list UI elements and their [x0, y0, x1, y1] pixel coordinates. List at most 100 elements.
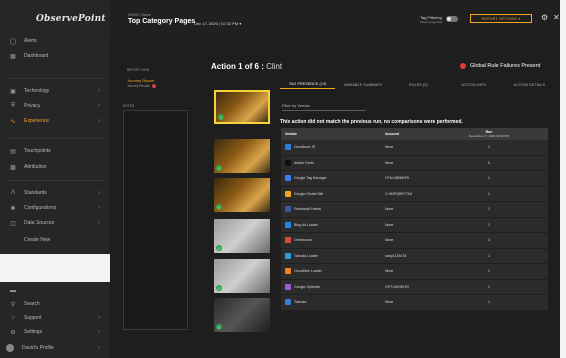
- tab-tag-presence[interactable]: TAG PRESENCE (13): [280, 80, 336, 89]
- sidebar-item-experience[interactable]: ∿ Experience ›: [0, 114, 110, 128]
- breadcrumb[interactable]: DEMO / Name: [128, 13, 151, 17]
- chevron-right-icon: ›: [98, 103, 100, 109]
- tab-action-info[interactable]: ACTION INFO: [446, 80, 501, 89]
- account-cell: None: [385, 207, 394, 212]
- vendor-filter-input[interactable]: [282, 101, 366, 111]
- journey-report-link[interactable]: Journey Report: [127, 78, 154, 83]
- account-cell: GTM-WBMKPK: [385, 176, 410, 181]
- tag-filtering-toggle[interactable]: [446, 16, 458, 22]
- action-thumbnail[interactable]: ✓: [214, 178, 270, 212]
- tab-rules[interactable]: RULES (3): [391, 80, 446, 89]
- table-row[interactable]: Cloudfront JS None 1: [281, 140, 548, 156]
- chevron-right-icon: ›: [98, 205, 100, 211]
- account-cell: G-HNPQRKT7NJ: [385, 191, 413, 196]
- sidebar-item-label: Search: [24, 301, 40, 307]
- report-options-label: REPORT OPTIONS: [481, 16, 518, 21]
- sidebar-item-touchpoints[interactable]: ▤ Touchpoints: [0, 144, 110, 158]
- action-thumbnail[interactable]: ✓: [214, 259, 270, 293]
- sidebar-item-label: Touchpoints: [24, 148, 51, 154]
- vendor-name: Taboola Loader: [294, 253, 319, 258]
- vendor-logo-icon: [285, 252, 291, 259]
- sidebar-item-technology[interactable]: ▣ Technology ›: [0, 84, 110, 98]
- sidebar-item-configurations[interactable]: ✱ Configurations ›: [0, 201, 110, 215]
- table-row[interactable]: Taboola None 1: [281, 295, 548, 311]
- bell-icon: ◯: [9, 38, 17, 45]
- check-icon: ✓: [216, 165, 222, 171]
- sidebar-item-standards[interactable]: Λ Standards ›: [0, 186, 110, 200]
- action-thumbnail[interactable]: ✓: [214, 219, 270, 253]
- table-row[interactable]: Taboola Loader cwsy1123478 1: [281, 248, 548, 264]
- vendor-name: Taboola: [294, 300, 307, 305]
- sidebar-item-create-new[interactable]: Create New: [0, 233, 110, 247]
- count-cell: 1: [488, 253, 490, 258]
- sidebar-item-data-sources[interactable]: ◫ Data Sources ›: [0, 216, 110, 230]
- vendor-logo-icon: [285, 206, 291, 213]
- vendor-name: Facebook Events: [294, 207, 322, 212]
- menu-icon: ▬: [10, 288, 16, 294]
- table-row[interactable]: Cloudflare Loader None 1: [281, 264, 548, 280]
- collapse-handle[interactable]: ▬: [0, 284, 110, 298]
- notes-area[interactable]: [123, 110, 188, 330]
- run-date-select[interactable]: Dec 17, 2020 | 02:32 PM ▾: [194, 21, 241, 26]
- table-header: Vendor Account Run December 17, 2020 02:…: [281, 128, 548, 140]
- run-column-date: December 17, 2020 02:39 PM: [468, 134, 510, 138]
- grid-icon: ▦: [10, 53, 16, 60]
- sidebar-item-search[interactable]: ⚲ Search: [0, 297, 110, 311]
- action-thumbnail[interactable]: ✓: [214, 298, 270, 332]
- attribution-icon: ▩: [10, 164, 16, 171]
- sidebar-item-label: Experience: [24, 118, 50, 124]
- table-row[interactable]: Google Tag Manager GTM-WBMKPK 1: [281, 171, 548, 187]
- gear-icon[interactable]: ⚙: [541, 13, 548, 22]
- action-counter: Action 1 of 6 :: [211, 62, 267, 71]
- count-cell: 1: [488, 176, 490, 181]
- sidebar-item-profile[interactable]: David's Profile ›: [0, 341, 110, 355]
- vendor-logo-icon: [285, 268, 291, 275]
- vendor-column-header[interactable]: Vendor: [285, 132, 297, 136]
- sidebar-item-support[interactable]: ○ Support ›: [0, 311, 110, 325]
- count-cell: 3: [488, 238, 490, 243]
- sidebar-item-privacy[interactable]: ⛨ Privacy ›: [0, 99, 110, 113]
- account-cell: None: [385, 145, 394, 150]
- vendor-cell: Adobe Fonts: [285, 159, 314, 166]
- account-cell: cwsy1123478: [385, 253, 407, 258]
- chevron-right-icon: ›: [98, 118, 100, 124]
- count-cell: 1: [488, 284, 490, 289]
- sidebar-item-dashboard[interactable]: ▦ Dashboard: [0, 49, 110, 63]
- vendor-name: Cloudflare Loader: [294, 269, 322, 274]
- action-title: Action 1 of 6 : Clint: [211, 62, 282, 71]
- sidebar-item-label: Privacy: [24, 103, 41, 109]
- divider: [6, 180, 104, 181]
- search-icon: ⚲: [10, 301, 16, 308]
- standards-icon: Λ: [10, 190, 15, 196]
- run-column-header[interactable]: Run December 17, 2020 02:39 PM: [449, 130, 529, 138]
- vendor-cell: Taboola Loader: [285, 252, 319, 259]
- account-column-header[interactable]: Account: [385, 132, 399, 136]
- account-cell: None: [385, 160, 394, 165]
- table-row[interactable]: Google Global Site G-HNPQRKT7NJ 1: [281, 186, 548, 202]
- avatar-icon: [6, 344, 14, 352]
- table-row[interactable]: Adobe Fonts None 6: [281, 155, 548, 171]
- sidebar-item-label: Configurations: [24, 205, 57, 211]
- check-icon: ✓: [216, 245, 222, 251]
- sidebar-item-settings[interactable]: ⚙ Settings ›: [0, 325, 110, 339]
- action-name: Clint: [266, 62, 283, 71]
- sidebar-item-label: Support: [24, 315, 42, 321]
- tag-filtering-sub: Filtering tag data: [420, 20, 443, 24]
- report-options-button[interactable]: REPORT OPTIONS ▾: [470, 14, 532, 23]
- count-cell: 1: [488, 191, 490, 196]
- sidebar-item-attribution[interactable]: ▩ Attribution: [0, 160, 110, 174]
- table-body: Cloudfront JS None 1 Adobe Fonts None 6 Google…: [281, 140, 548, 311]
- table-row[interactable]: Omnihouse None 3: [281, 233, 548, 249]
- close-icon[interactable]: ✕: [553, 13, 560, 22]
- journey-results[interactable]: Journey Results: [127, 84, 156, 89]
- vendor-name: Adobe Fonts: [294, 160, 314, 165]
- table-row[interactable]: Google Optimize OPT-NDNKH37 1: [281, 279, 548, 295]
- action-thumbnail[interactable]: ✓: [214, 90, 270, 124]
- count-cell: 1: [488, 222, 490, 227]
- table-row[interactable]: Facebook Events None 1: [281, 202, 548, 218]
- tab-variable-summary[interactable]: VARIABLE SUMMARY: [335, 80, 390, 89]
- tab-action-details[interactable]: ACTION DETAILS: [502, 80, 557, 89]
- sidebar-item-alerts[interactable]: ◯ Alerts: [0, 34, 110, 48]
- action-thumbnail[interactable]: ✓: [214, 139, 270, 173]
- table-row[interactable]: Bing Ad Loader None 1: [281, 217, 548, 233]
